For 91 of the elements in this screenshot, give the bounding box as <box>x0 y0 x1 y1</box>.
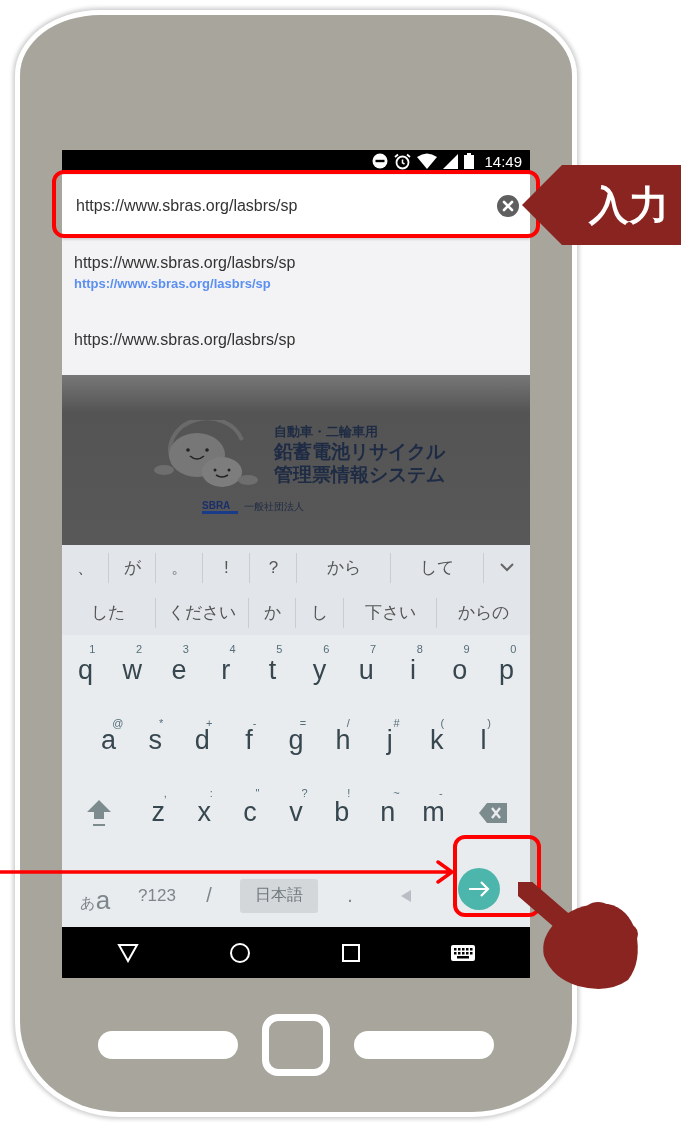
key-hint: @ <box>112 717 124 729</box>
keyboard-key[interactable]: l ) <box>460 705 507 775</box>
keyboard-key[interactable]: m - <box>410 775 457 850</box>
back-button[interactable] <box>117 942 139 963</box>
key-hint: 1 <box>89 643 96 655</box>
keyboard-key[interactable]: n ~ <box>364 775 411 850</box>
candidate-word[interactable]: から <box>297 552 391 583</box>
key-hint: 7 <box>369 643 377 655</box>
keyboard-key[interactable]: t 5 <box>249 635 296 705</box>
key-hint: , <box>163 787 167 799</box>
candidate-word[interactable]: が <box>109 552 157 583</box>
keyboard-key[interactable]: h / <box>319 705 367 775</box>
status-time: 14:49 <box>484 152 522 170</box>
key-hint: 8 <box>416 643 423 655</box>
key-hint: * <box>159 717 164 729</box>
arrow-right-icon <box>468 880 490 897</box>
backspace-icon <box>479 802 508 823</box>
key-hint: 9 <box>463 643 470 655</box>
battery-icon <box>464 153 475 169</box>
keyboard-key[interactable]: e 3 <box>155 635 203 705</box>
org-logo: SBRA <box>202 500 239 514</box>
candidate-word[interactable]: からの <box>437 597 530 628</box>
key-hint: " <box>255 787 260 799</box>
candidate-word[interactable]: か <box>249 597 297 628</box>
keyboard-key[interactable]: g = <box>272 705 320 775</box>
banner-title: 管理票情報システム <box>274 464 445 487</box>
keyboard-key[interactable]: d + <box>178 705 226 775</box>
wifi-icon <box>417 153 438 169</box>
key-hint: 4 <box>229 643 236 655</box>
do-not-disturb-icon <box>372 153 389 169</box>
candidate-word[interactable]: ください <box>155 597 250 628</box>
keyboard-key[interactable]: v ? <box>273 775 319 850</box>
key-hint: + <box>205 717 213 729</box>
keyboard-key[interactable]: o 9 <box>436 635 484 705</box>
candidate-word[interactable]: し <box>296 597 344 628</box>
candidate-word[interactable]: 。 <box>156 552 204 583</box>
phone-home-button[interactable] <box>262 1014 330 1076</box>
key-hint: 2 <box>135 643 143 655</box>
key-hint: 3 <box>182 643 189 655</box>
candidate-word[interactable]: 、 <box>62 552 110 583</box>
candidate-word[interactable]: ? <box>250 552 298 583</box>
keyboard-key[interactable]: k ( <box>413 705 461 775</box>
keyboard-key[interactable]: p 0 <box>483 635 530 705</box>
key-hint: : <box>209 787 213 799</box>
keyboard-key[interactable]: f - <box>225 705 273 775</box>
suggestion-item[interactable]: https://www.sbras.org/lasbrs/sp <box>62 305 530 375</box>
alarm-clock-icon <box>394 152 412 170</box>
key-hint: / <box>346 717 350 729</box>
key-hint: = <box>299 717 307 729</box>
key-hint: 5 <box>276 643 283 655</box>
suggestion-title: https://www.sbras.org/lasbrs/sp <box>74 254 297 272</box>
keyboard-key[interactable]: c " <box>227 775 274 850</box>
shift-arrow-icon <box>85 797 112 828</box>
banner-title: 鉛蓄電池リサイクル <box>274 441 445 464</box>
keyboard-key[interactable]: j # <box>366 705 414 775</box>
candidate-word[interactable]: して <box>390 552 484 583</box>
keyboard-key[interactable]: x : <box>181 775 228 850</box>
candidate-word[interactable]: 下さい <box>343 597 438 628</box>
keyboard-key[interactable]: s * <box>131 705 179 775</box>
candidate-word[interactable]: した <box>62 597 156 628</box>
keyboard-key[interactable]: y 6 <box>296 635 343 705</box>
keyboard-switch-button[interactable] <box>451 944 475 961</box>
signal-icon <box>443 153 459 169</box>
key-hint: ) <box>487 717 491 729</box>
clear-icon[interactable] <box>496 194 520 218</box>
key-hint: - <box>439 787 443 799</box>
left-triangle-icon <box>401 889 411 902</box>
key-hint: # <box>393 717 400 729</box>
key-hint: - <box>252 717 257 729</box>
chevron-down-icon <box>499 563 514 572</box>
keyboard-key[interactable]: w 2 <box>108 635 156 705</box>
keyboard-key[interactable]: q 1 <box>62 635 109 705</box>
home-button[interactable] <box>229 941 251 964</box>
key-hint: ( <box>440 717 445 729</box>
keyboard-key[interactable]: r 4 <box>202 635 250 705</box>
suggestion-title: https://www.sbras.org/lasbrs/sp <box>74 331 297 349</box>
candidate-word[interactable]: ! <box>203 552 251 583</box>
address-bar[interactable]: https://www.sbras.org/lasbrs/sp <box>62 175 530 237</box>
keyboard-key[interactable]: u 7 <box>342 635 390 705</box>
recents-button[interactable] <box>341 942 361 963</box>
suggestion-url: https://www.sbras.org/lasbrs/sp <box>74 276 272 291</box>
keyboard-key[interactable]: z , <box>135 775 182 850</box>
keyboard-key[interactable]: i 8 <box>389 635 437 705</box>
key-hint: ! <box>347 787 351 799</box>
key-hint: ? <box>301 787 308 799</box>
keyboard-key[interactable]: b ! <box>318 775 365 850</box>
key-hint: ~ <box>393 787 400 799</box>
key-hint: 0 <box>510 643 517 655</box>
keyboard-key[interactable]: a @ <box>85 705 132 775</box>
key-hint: 6 <box>323 643 330 655</box>
go-button[interactable] <box>458 867 500 910</box>
